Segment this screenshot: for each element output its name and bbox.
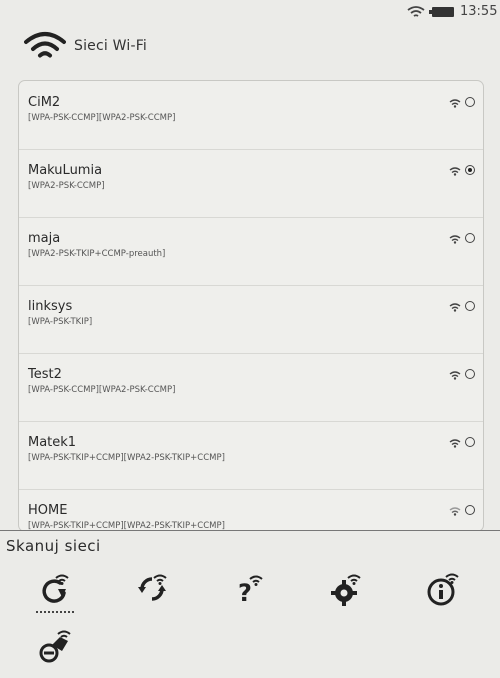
wifi-signal-icon — [449, 235, 461, 244]
network-radio[interactable] — [465, 369, 475, 379]
svg-text:?: ? — [238, 579, 252, 607]
wifi-settings-button[interactable] — [330, 571, 366, 607]
scan-wifi-button[interactable] — [38, 571, 74, 607]
refresh-wifi-icon — [138, 574, 167, 601]
status-clock: 13:55 — [460, 4, 498, 19]
network-item[interactable]: Matek1 [WPA-PSK-TKIP+CCMP][WPA2-PSK-TKIP… — [19, 421, 483, 490]
network-name: MakuLumia — [28, 163, 103, 178]
wifi-header-icon — [24, 32, 66, 58]
wifi-signal-icon — [449, 167, 461, 176]
refresh-wifi-button[interactable] — [134, 571, 170, 607]
network-name: Test2 — [28, 367, 62, 382]
wifi-signal-icon — [449, 99, 461, 108]
network-security: [WPA-PSK-CCMP][WPA2-PSK-CCMP] — [28, 385, 176, 395]
wifi-info-icon — [427, 573, 459, 606]
network-security: [WPA2-PSK-CCMP] — [28, 181, 105, 191]
scan-label: Skanuj sieci — [6, 537, 101, 555]
network-name: HOME — [28, 503, 68, 518]
battery-icon — [429, 7, 454, 17]
wifi-signal-icon — [449, 371, 461, 380]
page-title: Sieci Wi-Fi — [74, 38, 148, 54]
network-security: [WPA-PSK-TKIP+CCMP][WPA2-PSK-TKIP+CCMP] — [28, 453, 225, 463]
wifi-help-icon: ? — [238, 575, 263, 607]
network-item[interactable]: HOME [WPA-PSK-TKIP+CCMP][WPA2-PSK-TKIP+C… — [19, 489, 483, 531]
network-radio[interactable] — [465, 233, 475, 243]
network-radio[interactable] — [465, 505, 475, 515]
disconnect-wifi-button[interactable] — [38, 627, 74, 663]
network-name: CiM2 — [28, 95, 61, 110]
wifi-help-button[interactable]: ? — [234, 571, 270, 607]
network-item[interactable]: maja [WPA2-PSK-TKIP+CCMP-preauth] — [19, 217, 483, 286]
network-radio[interactable] — [465, 437, 475, 447]
focus-indicator — [36, 611, 74, 613]
wifi-signal-icon — [449, 507, 461, 516]
bottom-action-bar: Skanuj sieci ? — [0, 530, 500, 678]
network-security: [WPA-PSK-CCMP][WPA2-PSK-CCMP] — [28, 113, 176, 123]
network-security: [WPA-PSK-TKIP] — [28, 317, 93, 327]
wifi-signal-icon — [449, 303, 461, 312]
wifi-status-icon — [407, 6, 425, 17]
network-radio-selected[interactable] — [465, 165, 475, 175]
status-bar: 13:55 — [0, 0, 500, 26]
disconnect-wifi-icon — [39, 630, 71, 663]
network-name: linksys — [28, 299, 73, 314]
network-item[interactable]: CiM2 [WPA-PSK-CCMP][WPA2-PSK-CCMP] — [19, 81, 483, 150]
network-radio[interactable] — [465, 301, 475, 311]
network-item[interactable]: linksys [WPA-PSK-TKIP] — [19, 285, 483, 354]
network-name: maja — [28, 231, 61, 246]
network-item[interactable]: MakuLumia [WPA2-PSK-CCMP] — [19, 149, 483, 218]
wifi-signal-icon — [449, 439, 461, 448]
network-radio[interactable] — [465, 97, 475, 107]
network-list[interactable]: CiM2 [WPA-PSK-CCMP][WPA2-PSK-CCMP] MakuL… — [18, 80, 484, 532]
scan-wifi-icon — [42, 574, 69, 603]
wifi-info-button[interactable] — [426, 571, 462, 607]
network-security: [WPA2-PSK-TKIP+CCMP-preauth] — [28, 249, 166, 259]
wifi-settings-icon — [331, 574, 361, 606]
network-item[interactable]: Test2 [WPA-PSK-CCMP][WPA2-PSK-CCMP] — [19, 353, 483, 422]
network-name: Matek1 — [28, 435, 77, 450]
